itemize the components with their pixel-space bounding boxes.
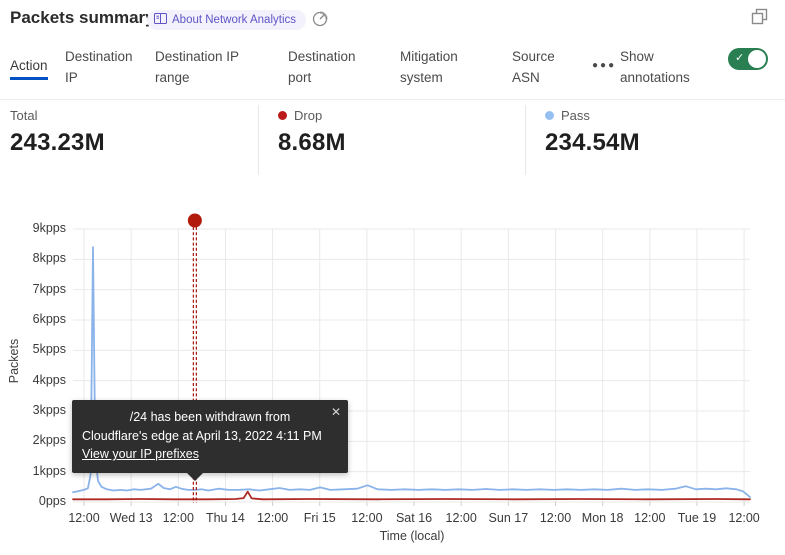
y-tick-label: 1kpps: [0, 464, 66, 478]
y-tick-label: 7kpps: [0, 282, 66, 296]
y-tick-label: 3kpps: [0, 403, 66, 417]
y-tick-label: 6kpps: [0, 312, 66, 326]
x-axis-title: Time (local): [312, 529, 512, 543]
tooltip-line-1: /24 has been withdrawn from: [82, 408, 338, 427]
y-tick-label: 9kpps: [0, 221, 66, 235]
close-icon[interactable]: ✕: [331, 404, 341, 422]
y-tick-label: 0pps: [0, 494, 66, 508]
y-tick-label: 5kpps: [0, 342, 66, 356]
y-tick-label: 2kpps: [0, 433, 66, 447]
x-tick-label: 12:00: [714, 511, 774, 525]
annotation-marker-dot[interactable]: [188, 214, 202, 228]
y-axis-title: Packets: [7, 311, 21, 411]
packets-summary-panel: Packets summary About Network Analytics …: [0, 0, 785, 555]
series-line-drop: [73, 492, 750, 500]
y-tick-label: 8kpps: [0, 251, 66, 265]
tooltip-line-2: Cloudflare's edge at April 13, 2022 4:11…: [82, 427, 338, 446]
y-tick-label: 4kpps: [0, 373, 66, 387]
annotation-tooltip: ✕ /24 has been withdrawn from Cloudflare…: [72, 400, 348, 473]
view-ip-prefixes-link[interactable]: View your IP prefixes: [82, 447, 199, 461]
tooltip-arrow: [187, 473, 203, 481]
